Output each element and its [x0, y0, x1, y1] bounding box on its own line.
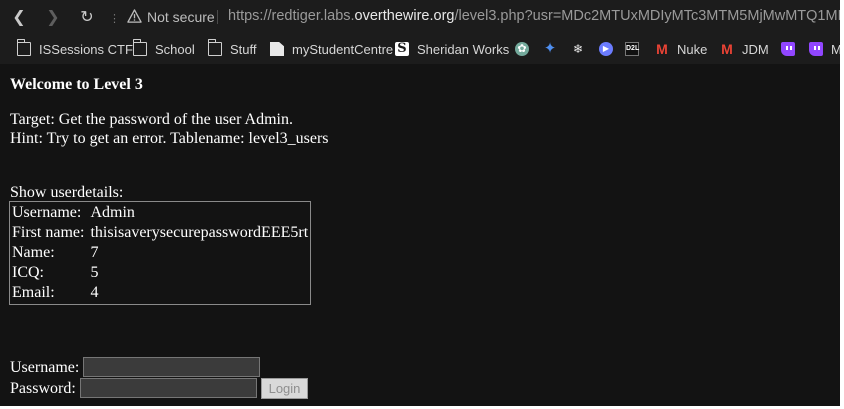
target-text: Target: Get the password of the user Adm… — [10, 111, 293, 128]
bookmark-d2l[interactable]: D2L — [625, 40, 639, 58]
twitch-icon — [781, 42, 795, 56]
d2l-icon: D2L — [625, 42, 639, 56]
bookmark-label: M — [831, 41, 840, 57]
reload-icon[interactable]: ↻ — [78, 8, 96, 26]
sheridan-s-icon: S — [395, 42, 409, 56]
row-value: thisisaverysecurepasswordEEE5rt — [90, 224, 309, 241]
password-input[interactable] — [80, 378, 257, 398]
bookmark-jdm[interactable]: M JDM — [720, 40, 769, 58]
bookmark-label: School — [155, 41, 195, 57]
browser-window: ❮ ❯ ↻ ⋮ Not secure https://redtiger.labs… — [0, 0, 840, 406]
table-row: Username: Admin — [12, 204, 308, 222]
bookmarks-bar: ISSessions CTF School Stuff myStudentCen… — [0, 34, 840, 64]
row-label: Name: — [12, 244, 55, 261]
show-userdetails-label: Show userdetails: — [10, 184, 124, 201]
table-row: ICQ: 5 — [12, 264, 308, 282]
gmail-icon: M — [721, 41, 733, 57]
url-path: /level3.php?usr=MDc2MTUxMDIyMTc3MTM5MjMw… — [454, 8, 840, 24]
login-button[interactable]: Login — [261, 378, 308, 399]
security-status-label[interactable]: Not secure — [147, 9, 215, 25]
twitch-icon — [809, 42, 823, 56]
bookmark-label: ISSessions CTF — [39, 41, 133, 57]
bookmark-gemini[interactable]: ✦ — [543, 40, 557, 58]
row-label: Email: — [12, 284, 55, 301]
omnibox-divider — [217, 10, 218, 24]
bookmark-label: Nuke — [677, 41, 708, 57]
omnibox-separator: ⋮ — [109, 12, 120, 25]
bookmark-nuke[interactable]: M Nuke — [655, 40, 707, 58]
row-label: ICQ: — [12, 264, 44, 281]
bookmark-chatgpt[interactable]: ✿ — [515, 40, 529, 58]
table-row: Name: 7 — [12, 244, 308, 262]
address-bar[interactable]: https://redtiger.labs.overthewire.org/le… — [228, 8, 840, 24]
username-input[interactable] — [83, 357, 260, 377]
row-value: 4 — [90, 284, 99, 301]
url-prefix: https://redtiger.labs. — [228, 8, 355, 24]
row-value: 5 — [90, 264, 99, 281]
bookmark-label: myStudentCentre — [292, 41, 394, 57]
bookmark-label: Stuff — [230, 41, 257, 57]
row-value: 7 — [90, 244, 99, 261]
folder-icon — [207, 39, 222, 56]
page-title: Welcome to Level 3 — [10, 76, 143, 93]
play-icon: ▶ — [599, 42, 613, 56]
bookmark-twitch-m[interactable]: M — [809, 40, 840, 58]
row-value: Admin — [90, 204, 135, 221]
wolf-icon: ❄ — [572, 42, 584, 56]
row-label: Username: — [12, 204, 82, 221]
bookmark-twitch[interactable] — [781, 40, 795, 58]
row-label: First name: — [12, 224, 85, 241]
chatgpt-icon: ✿ — [515, 42, 529, 56]
folder-icon — [16, 39, 31, 56]
bookmark-label: Sheridan Works — [417, 41, 510, 57]
forward-arrow-icon[interactable]: ❯ — [44, 8, 62, 26]
bookmark-wolf[interactable]: ❄ — [571, 40, 585, 58]
bookmark-sheridan-works[interactable]: S Sheridan Works — [395, 40, 509, 58]
table-row: First name: thisisaverysecurepasswordEEE… — [12, 224, 308, 242]
document-icon — [270, 42, 284, 56]
table-row: Email: 4 — [12, 284, 308, 302]
hint-text: Hint: Try to get an error. Tablename: le… — [10, 130, 329, 147]
gmail-icon: M — [656, 41, 668, 57]
back-arrow-icon[interactable]: ❮ — [10, 8, 28, 26]
user-details-table: Username: Admin First name: thisisaverys… — [9, 201, 312, 305]
bookmark-issessions-ctf[interactable]: ISSessions CTF — [16, 39, 133, 58]
bookmark-mystudentcentre[interactable]: myStudentCentre — [270, 40, 393, 58]
username-label: Username: — [10, 359, 80, 376]
browser-toolbar: ❮ ❯ ↻ ⋮ Not secure https://redtiger.labs… — [0, 0, 840, 34]
bookmark-stuff[interactable]: Stuff — [207, 39, 257, 58]
bookmark-school[interactable]: School — [132, 39, 195, 58]
url-host: overthewire.org — [354, 8, 455, 24]
warning-triangle-icon[interactable] — [127, 8, 142, 24]
password-label: Password: — [10, 380, 76, 397]
folder-icon — [132, 39, 147, 56]
gemini-sparkle-icon: ✦ — [543, 40, 557, 57]
bookmark-play[interactable]: ▶ — [599, 40, 613, 58]
page-content: Welcome to Level 3 Target: Get the passw… — [0, 64, 840, 406]
bookmark-label: JDM — [742, 41, 769, 57]
